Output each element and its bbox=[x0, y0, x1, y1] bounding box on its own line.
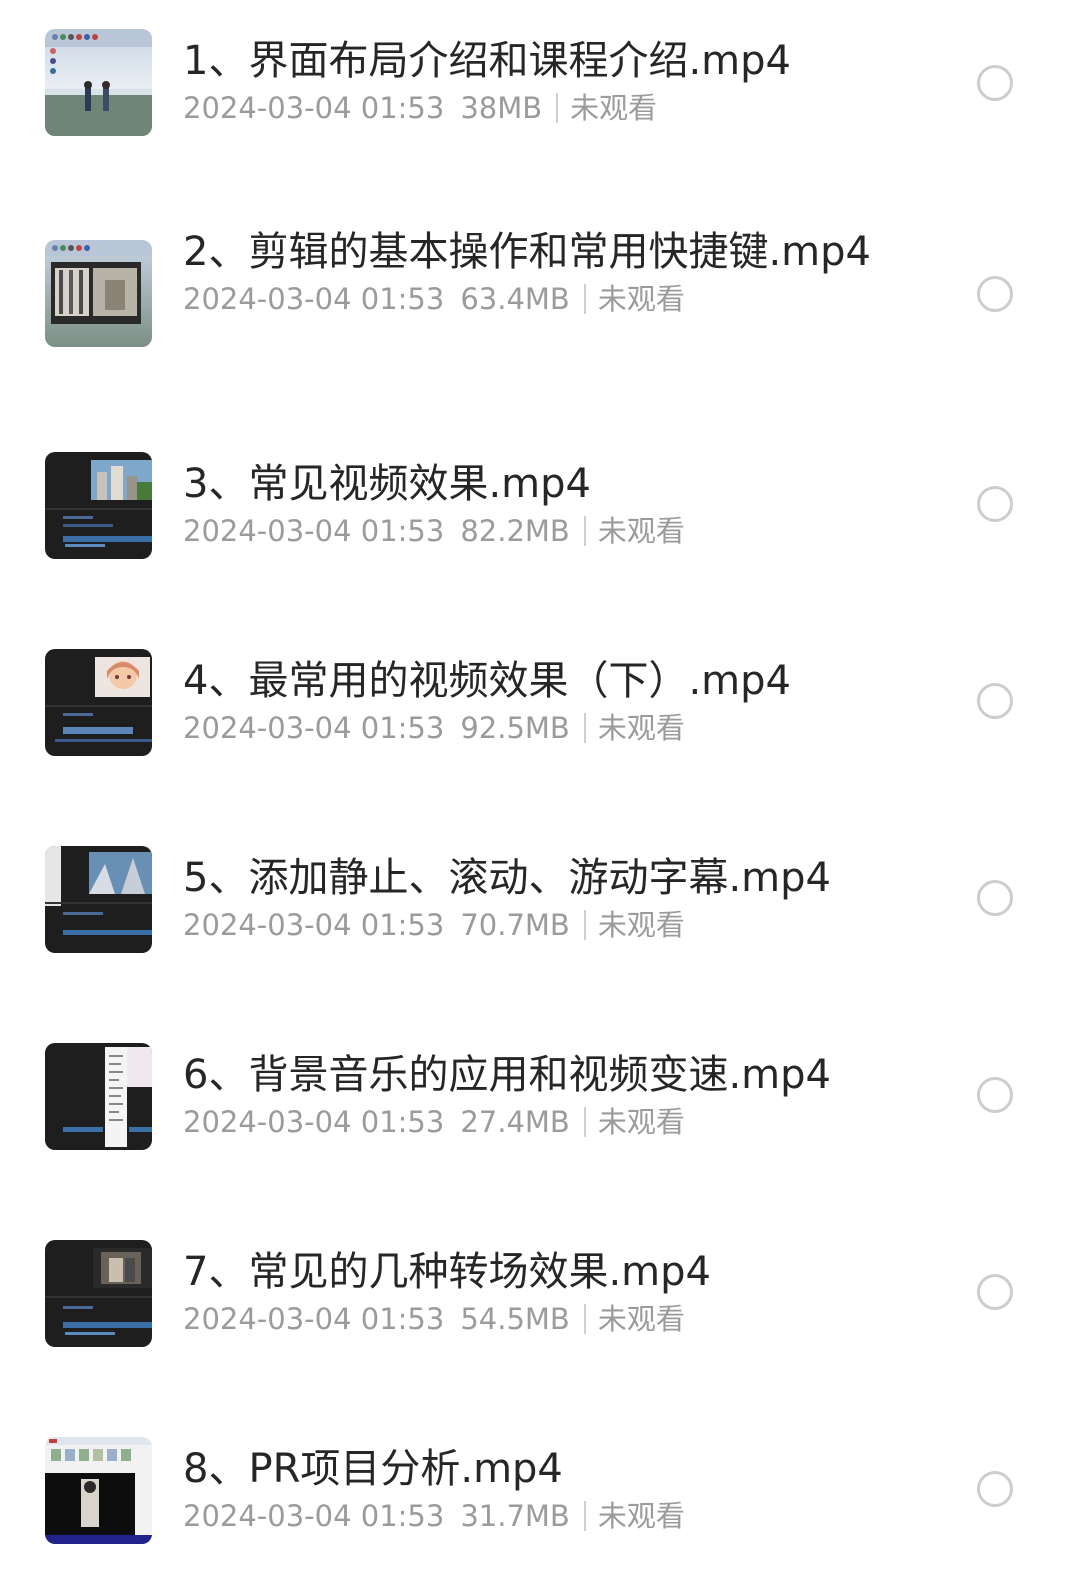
watch-status: 未观看 bbox=[597, 1105, 685, 1139]
watch-status: 未观看 bbox=[597, 1499, 685, 1533]
watch-status: 未观看 bbox=[597, 908, 685, 942]
file-size: 38MB bbox=[460, 91, 543, 125]
file-size: 92.5MB bbox=[460, 711, 570, 745]
file-title: 4、最常用的视频效果（下）.mp4 bbox=[183, 658, 791, 704]
video-thumbnail[interactable] bbox=[45, 649, 152, 756]
select-radio[interactable] bbox=[977, 683, 1013, 719]
file-size: 31.7MB bbox=[460, 1499, 570, 1533]
file-title: 8、PR项目分析.mp4 bbox=[183, 1446, 563, 1492]
meta-divider bbox=[583, 1107, 586, 1137]
file-title: 7、常见的几种转场效果.mp4 bbox=[183, 1249, 711, 1295]
video-thumbnail[interactable] bbox=[45, 1043, 152, 1150]
file-date: 2024-03-04 01:53 bbox=[183, 1499, 445, 1533]
select-radio[interactable] bbox=[977, 276, 1013, 312]
video-thumbnail[interactable] bbox=[45, 1240, 152, 1347]
video-thumbnail[interactable] bbox=[45, 29, 152, 136]
meta-divider bbox=[583, 284, 586, 314]
video-file-list: 1、界面布局介绍和课程介绍.mp4 2024-03-04 01:53 38MB 未观… bbox=[0, 0, 1080, 1575]
watch-status: 未观看 bbox=[597, 282, 685, 316]
file-meta: 2024-03-04 01:53 31.7MB 未观看 bbox=[183, 1496, 883, 1536]
file-size: 27.4MB bbox=[460, 1105, 570, 1139]
select-radio[interactable] bbox=[977, 880, 1013, 916]
file-title: 6、背景音乐的应用和视频变速.mp4 bbox=[183, 1052, 831, 1098]
meta-divider bbox=[583, 713, 586, 743]
file-title: 1、界面布局介绍和课程介绍.mp4 bbox=[183, 38, 791, 84]
meta-divider bbox=[583, 516, 586, 546]
meta-divider bbox=[583, 1501, 586, 1531]
select-radio[interactable] bbox=[977, 1274, 1013, 1310]
file-size: 63.4MB bbox=[460, 282, 570, 316]
meta-divider bbox=[583, 1304, 586, 1334]
select-radio[interactable] bbox=[977, 1471, 1013, 1507]
file-size: 82.2MB bbox=[460, 514, 570, 548]
file-title: 5、添加静止、滚动、游动字幕.mp4 bbox=[183, 855, 831, 901]
file-meta: 2024-03-04 01:53 92.5MB 未观看 bbox=[183, 708, 883, 748]
watch-status: 未观看 bbox=[597, 514, 685, 548]
file-meta: 2024-03-04 01:53 82.2MB 未观看 bbox=[183, 511, 883, 551]
file-title: 3、常见视频效果.mp4 bbox=[183, 461, 591, 507]
meta-divider bbox=[583, 910, 586, 940]
file-meta: 2024-03-04 01:53 70.7MB 未观看 bbox=[183, 905, 883, 945]
file-date: 2024-03-04 01:53 bbox=[183, 711, 445, 745]
file-date: 2024-03-04 01:53 bbox=[183, 1302, 445, 1336]
watch-status: 未观看 bbox=[597, 711, 685, 745]
video-thumbnail[interactable] bbox=[45, 1437, 152, 1544]
file-date: 2024-03-04 01:53 bbox=[183, 514, 445, 548]
file-date: 2024-03-04 01:53 bbox=[183, 908, 445, 942]
file-meta: 2024-03-04 01:53 54.5MB 未观看 bbox=[183, 1299, 883, 1339]
meta-divider bbox=[556, 93, 559, 123]
file-meta: 2024-03-04 01:53 27.4MB 未观看 bbox=[183, 1102, 883, 1142]
file-date: 2024-03-04 01:53 bbox=[183, 282, 445, 316]
file-size: 54.5MB bbox=[460, 1302, 570, 1336]
select-radio[interactable] bbox=[977, 486, 1013, 522]
select-radio[interactable] bbox=[977, 65, 1013, 101]
file-meta: 2024-03-04 01:53 63.4MB 未观看 bbox=[183, 279, 883, 319]
watch-status: 未观看 bbox=[597, 1302, 685, 1336]
file-size: 70.7MB bbox=[460, 908, 570, 942]
select-radio[interactable] bbox=[977, 1077, 1013, 1113]
video-thumbnail[interactable] bbox=[45, 846, 152, 953]
video-thumbnail[interactable] bbox=[45, 240, 152, 347]
file-date: 2024-03-04 01:53 bbox=[183, 1105, 445, 1139]
file-meta: 2024-03-04 01:53 38MB 未观看 bbox=[183, 88, 883, 128]
video-thumbnail[interactable] bbox=[45, 452, 152, 559]
file-title: 2、剪辑的基本操作和常用快捷键.mp4 bbox=[183, 229, 871, 275]
file-date: 2024-03-04 01:53 bbox=[183, 91, 445, 125]
watch-status: 未观看 bbox=[570, 91, 658, 125]
